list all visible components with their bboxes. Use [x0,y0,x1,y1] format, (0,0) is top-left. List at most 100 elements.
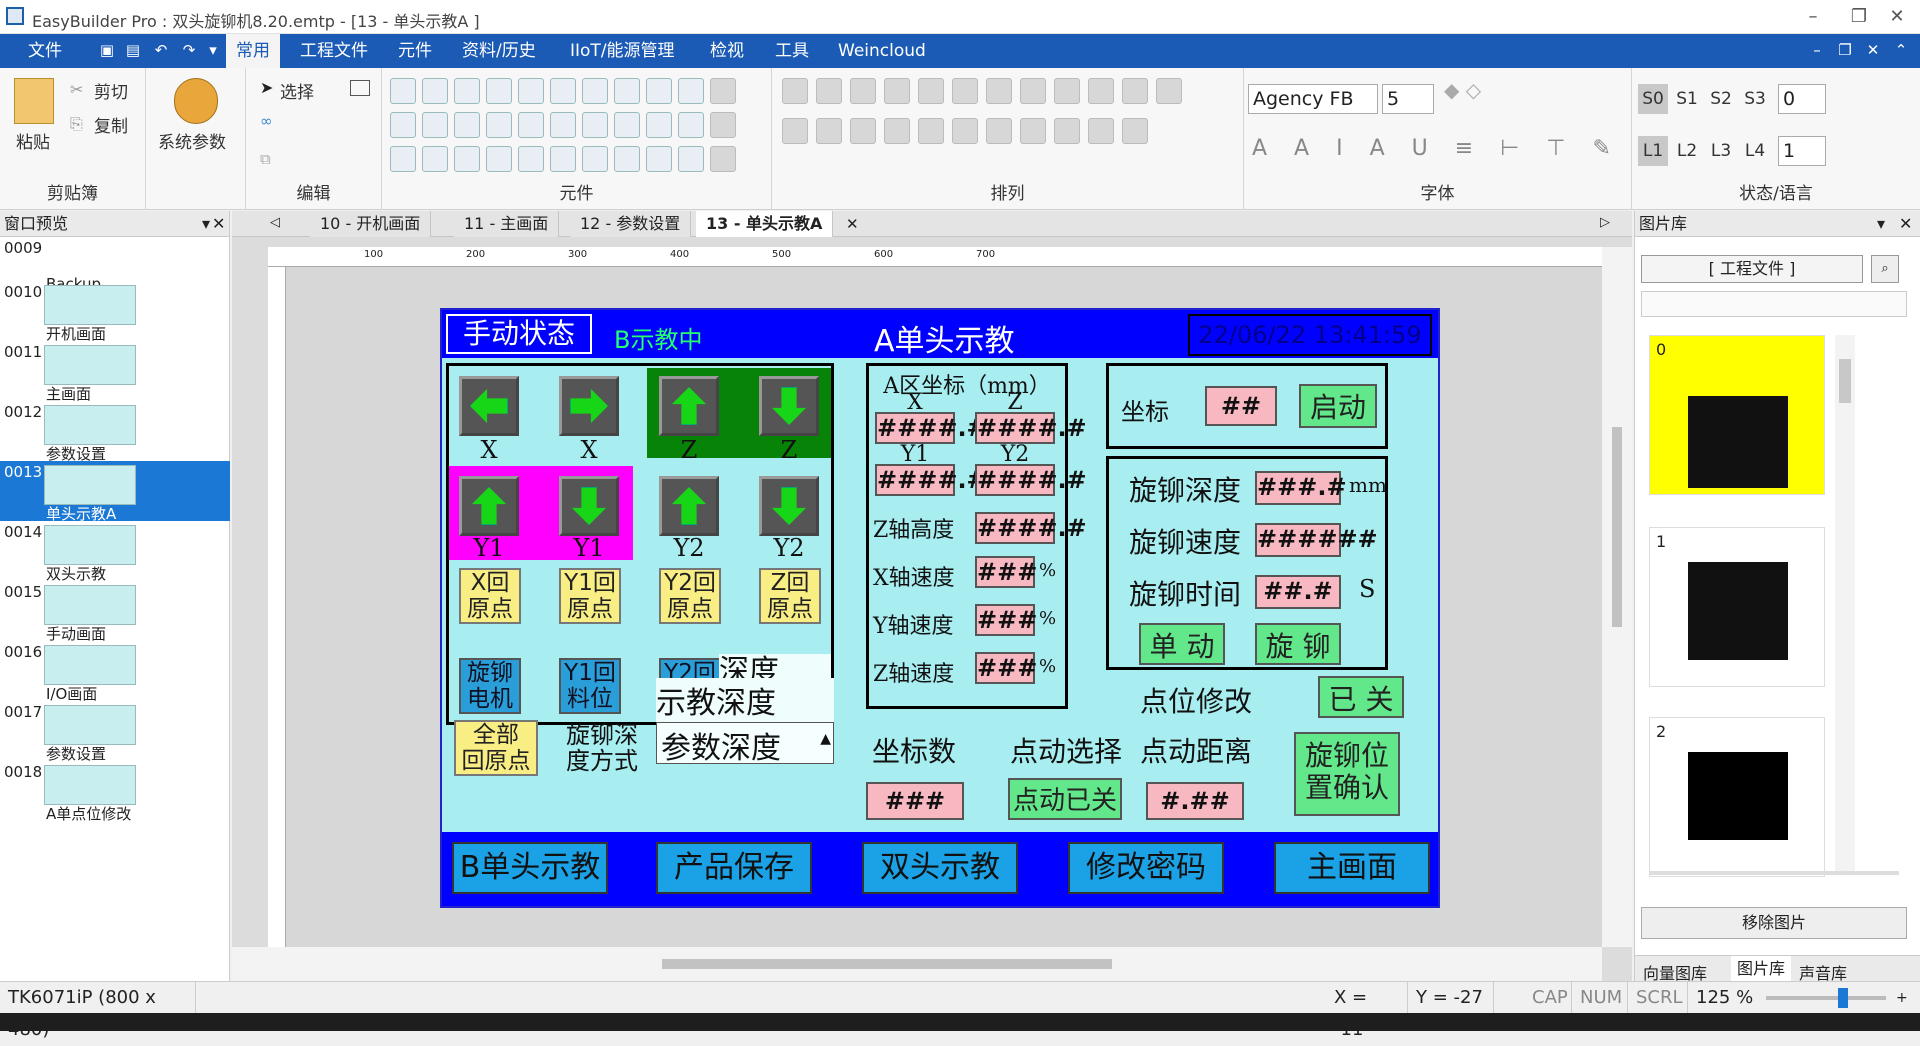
doc-tab-13[interactable]: 13 - 单头示教A [696,211,834,237]
language-l4-button[interactable]: L4 [1740,136,1770,166]
menu-file[interactable]: 文件 [18,34,72,68]
preview-item[interactable]: 0012 参数设置 [0,401,230,463]
coord-y1-value[interactable]: ####.# [875,464,987,496]
z-speed-value[interactable]: ### [975,652,1037,684]
ungroup-icon[interactable] [952,118,978,144]
copy-icon[interactable]: ⎘ [70,114,83,134]
jog-select-button[interactable]: 点动已关 [1008,778,1122,820]
start-button[interactable]: 启动 [1299,384,1377,428]
picture-icon[interactable] [454,146,480,172]
tab-tools[interactable]: 工具 [765,34,819,68]
preview-item[interactable]: 0018 A单点位修改 [0,761,230,823]
toggle-switch-icon[interactable] [614,78,640,104]
speed-value[interactable]: ###### [1255,523,1378,557]
nudge-icon[interactable] [1122,118,1148,144]
system-params-button[interactable]: 系统参数 [158,128,226,153]
number-input-icon[interactable] [646,146,672,172]
ribbon-collapse-icon[interactable]: ⌃ [1892,41,1910,59]
multi-state-icon[interactable] [582,146,608,172]
y1-home-button[interactable]: Y1回 原点 [559,568,621,624]
panel-dropdown-icon[interactable]: ▾ [202,211,210,237]
word-lamp-icon[interactable] [422,78,448,104]
minimize-button[interactable]: – [1790,0,1836,34]
scroll-down-icon[interactable] [710,112,736,138]
rivet-position-confirm-button[interactable]: 旋铆位 置确认 [1294,732,1400,816]
dropdown-option[interactable]: 示教深度 [656,678,834,722]
print-icon[interactable]: ▤ [124,41,142,59]
link-icon[interactable]: ∞ [260,112,273,130]
y-speed-value[interactable]: ### [975,604,1037,636]
flip-v-icon[interactable] [816,118,842,144]
zoom-in-icon[interactable]: + [1896,982,1908,1014]
copy-button[interactable]: 复制 [94,112,128,137]
layer-icon[interactable] [1020,118,1046,144]
group-copy-icon[interactable]: ⧉ [260,150,271,168]
doc-tab-11[interactable]: 11 - 主画面 [454,211,560,237]
align-middle-icon[interactable] [918,78,944,104]
library-slot-2[interactable]: 2 [1649,717,1825,877]
state-s0-button[interactable]: S0 [1638,84,1668,114]
y2-home-button[interactable]: Y2回 原点 [659,568,721,624]
slider-icon[interactable] [646,78,672,104]
circle-icon[interactable] [582,112,608,138]
remove-picture-button[interactable]: 移除图片 [1641,907,1907,939]
quick-access-dropdown-icon[interactable]: ▾ [204,41,222,59]
coord-value[interactable]: ## [1205,386,1277,426]
curve-icon[interactable] [518,112,544,138]
font-style-icons[interactable]: A A I A U ≡ ⊢ ⊤ ✎ [1252,136,1621,161]
select-button[interactable]: 选择 [280,78,314,103]
language-l2-button[interactable]: L2 [1672,136,1702,166]
language-l1-button[interactable]: L1 [1638,136,1668,166]
state-s3-button[interactable]: S3 [1740,84,1770,114]
rivet-depth-mode-select[interactable]: 参数深度 ▲ [656,722,834,766]
pin-icon[interactable] [986,118,1012,144]
all-home-button[interactable]: 全部 回原点 [454,720,538,776]
time-value[interactable]: ##.# [1255,575,1341,609]
tab-iiot[interactable]: IIoT/能源管理 [560,34,685,68]
tab-view[interactable]: 检视 [700,34,754,68]
distribute-h-icon[interactable] [986,78,1012,104]
nav-dual-teach[interactable]: 双头示教 [862,842,1018,894]
send-back-icon[interactable] [1088,118,1114,144]
panel-close-icon[interactable]: ✕ [212,211,225,237]
align-right-icon[interactable] [850,78,876,104]
nav-b-single-teach[interactable]: B单头示教 [452,842,608,894]
y1-down-button[interactable] [559,476,619,536]
preview-item[interactable]: 0014 双头示教 [0,521,230,583]
frame-icon[interactable] [486,146,512,172]
state-spinner[interactable]: 0 [1778,84,1826,114]
depth-value[interactable]: ###.# [1255,471,1347,505]
library-search-icon[interactable]: ⌕ [1871,255,1899,283]
horizontal-scroll-thumb[interactable] [662,959,1112,969]
doc-tab-10[interactable]: 10 - 开机画面 [310,211,432,237]
tab-data-history[interactable]: 资料/历史 [452,34,546,68]
group-icon[interactable] [918,118,944,144]
z-up-button[interactable] [659,376,719,436]
tab-elements[interactable]: 元件 [388,34,442,68]
save-icon[interactable]: ▣ [98,41,116,59]
library-scrollbar[interactable] [1835,335,1855,875]
library-slot-1[interactable]: 1 [1649,527,1825,687]
align-bottom-icon[interactable] [952,78,978,104]
flip-h-icon[interactable] [782,118,808,144]
star-icon[interactable] [678,112,704,138]
pie-icon[interactable] [614,112,640,138]
rivet-button[interactable]: 旋 铆 [1255,623,1341,665]
tab-scroll-right-icon[interactable]: ▷ [1600,215,1610,230]
coord-x-value[interactable]: ####.# [875,412,987,444]
vertical-scroll-thumb[interactable] [1612,427,1622,627]
distribute-v-icon[interactable] [1020,78,1046,104]
set-bit-icon[interactable] [518,78,544,104]
same-width-icon[interactable] [1054,78,1080,104]
state-s2-button[interactable]: S2 [1706,84,1736,114]
paste-icon[interactable] [14,78,54,124]
preview-item[interactable]: 0015 手动画面 [0,581,230,643]
lamp-icon[interactable] [550,146,576,172]
function-key-icon[interactable] [582,78,608,104]
cut-icon[interactable]: ✂ [70,80,83,99]
single-action-button[interactable]: 单 动 [1139,623,1225,665]
line-icon[interactable] [454,112,480,138]
ribbon-restore-icon[interactable]: ❐ [1836,41,1854,59]
align-left-icon[interactable] [782,78,808,104]
x-speed-value[interactable]: ### [975,556,1037,588]
